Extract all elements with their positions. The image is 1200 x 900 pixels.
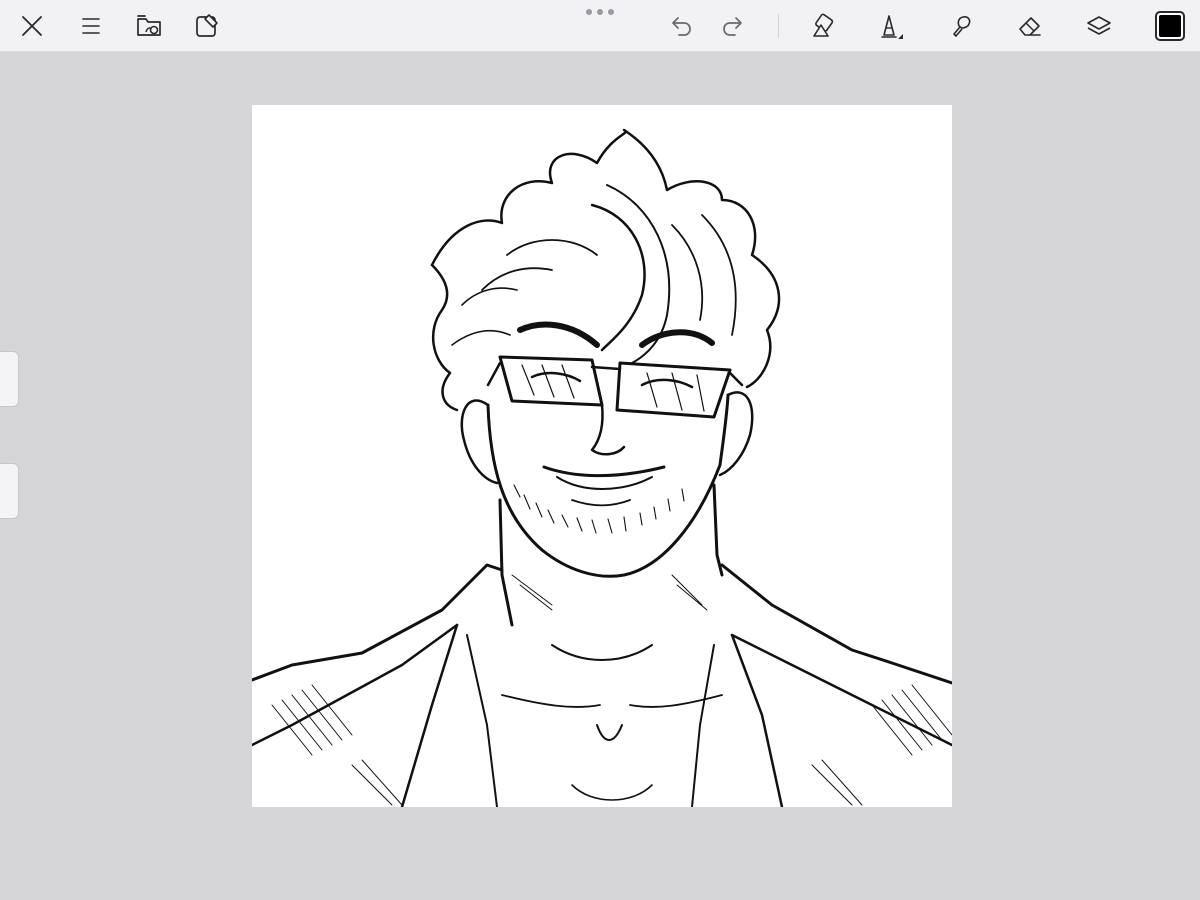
actions-button[interactable] [187,6,227,46]
toolbar-grabber-handle[interactable] [586,7,614,17]
grabber-dot [597,9,603,15]
top-toolbar [0,0,1200,52]
eraser-icon [1019,17,1041,36]
undo-icon [672,17,691,36]
toolbar-separator [778,14,779,38]
layers-button[interactable] [1079,6,1119,46]
shapes-icon [813,13,834,37]
brush-size-slider[interactable] [0,351,19,407]
line-art-portrait [252,128,952,807]
grabber-dot [608,9,614,15]
drawing-canvas[interactable] [252,105,952,807]
actions-icon [196,14,218,37]
grabber-dot [586,9,592,15]
gallery-folder-icon [137,15,161,36]
brush-tool-button[interactable] [871,6,911,46]
menu-icon [82,18,100,34]
shapes-button[interactable] [803,6,843,46]
current-color-swatch [1159,15,1181,37]
smudge-icon [953,16,971,37]
redo-icon [723,17,742,36]
redo-button[interactable] [713,6,753,46]
layers-icon [1087,16,1111,35]
undo-button[interactable] [661,6,701,46]
menu-button[interactable] [71,6,111,46]
smudge-tool-button[interactable] [941,6,981,46]
opacity-slider[interactable] [0,463,19,519]
close-button[interactable] [12,6,52,46]
color-picker-button[interactable] [1155,11,1185,41]
gallery-button[interactable] [129,6,169,46]
close-icon [22,16,42,36]
pencil-brush-icon [881,15,903,39]
eraser-tool-button[interactable] [1010,6,1050,46]
